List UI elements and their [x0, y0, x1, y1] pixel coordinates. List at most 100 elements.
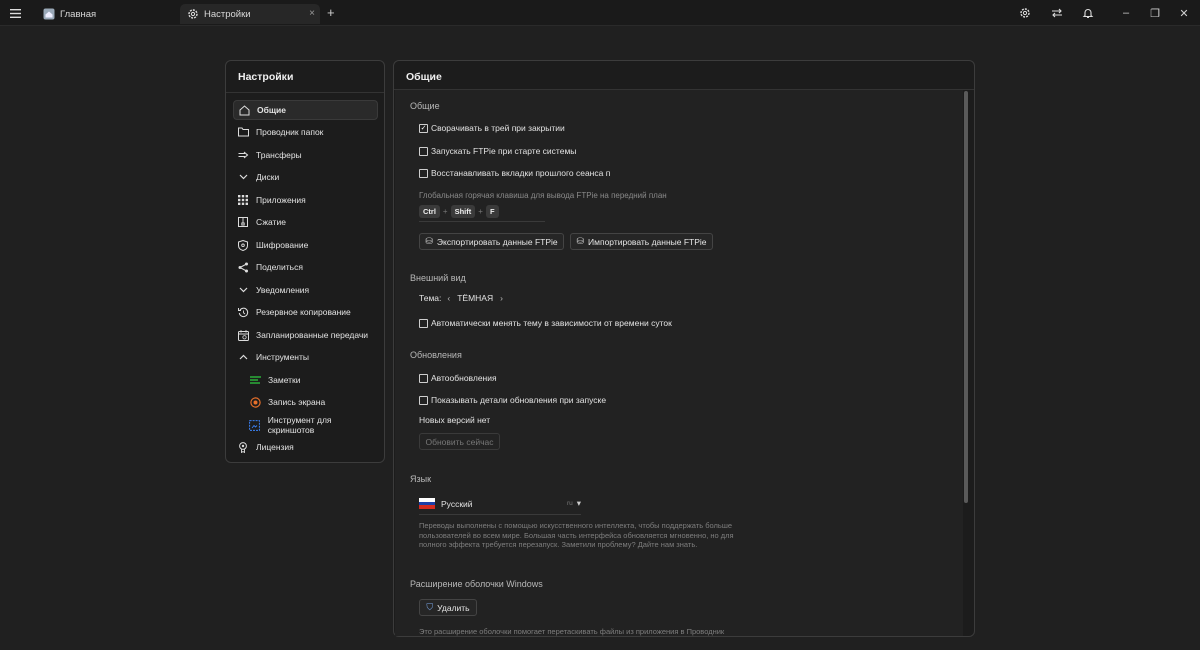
sidebar-item-label: Диски [256, 172, 280, 182]
page-title: Общие [406, 71, 442, 83]
new-tab-button[interactable]: + [327, 6, 335, 20]
sidebar-item-general[interactable]: Общие [233, 100, 378, 120]
key-shift: Shift [450, 205, 476, 218]
sidebar-title: Настройки [238, 71, 294, 83]
update-now-button[interactable]: Обновить сейчас [419, 433, 500, 450]
settings-gear-icon[interactable] [1018, 6, 1032, 20]
gear-icon [186, 8, 199, 21]
sidebar-item-share[interactable]: Поделиться [233, 257, 378, 277]
minimize-tray-label: Сворачивать в трей при закрытии [431, 123, 565, 133]
sidebar-item-license[interactable]: Лицензия [233, 437, 378, 457]
auto-updates-option[interactable]: Автообновления [419, 373, 497, 383]
key-ctrl: Ctrl [419, 205, 440, 218]
russia-flag-icon [419, 498, 435, 510]
theme-selector: Тема: ‹ ТЁМНАЯ › [419, 293, 503, 303]
section-heading-appearance: Внешний вид [410, 273, 466, 283]
vertical-scrollbar[interactable] [964, 91, 968, 503]
tab-settings[interactable]: Настройки × [180, 4, 320, 24]
shell-extension-note: Это расширение оболочки помогает перетас… [419, 627, 725, 636]
restore-tabs-label: Восстанавливать вкладки прошлого сеанса … [431, 168, 611, 178]
close-tab-icon[interactable]: × [309, 8, 315, 20]
sidebar-item-encryption[interactable]: Шифрование [233, 235, 378, 255]
sidebar-item-apps[interactable]: Приложения [233, 190, 378, 210]
divider [226, 92, 384, 93]
sidebar-item-label: Трансферы [256, 150, 302, 160]
hotkey-field[interactable]: Ctrl + Shift + F [419, 205, 499, 218]
minimize-tray-checkbox[interactable]: ✓ [419, 123, 428, 133]
chevron-down-icon [237, 284, 249, 296]
chevron-down-icon: ▾ [576, 498, 581, 508]
auto-updates-label: Автообновления [431, 373, 497, 383]
folder-icon [237, 126, 249, 138]
title-bar: Главная Настройки × + – ❐ ✕ [0, 0, 1200, 26]
sidebar-item-label: Поделиться [256, 262, 303, 272]
section-heading-shell-extension: Расширение оболочки Windows [410, 579, 543, 589]
launch-startup-checkbox[interactable] [419, 146, 428, 156]
sidebar-item-transfers[interactable]: Трансферы [233, 145, 378, 165]
share-icon [237, 261, 249, 273]
language-select[interactable]: Русский ru ▾ [419, 498, 581, 510]
backup-icon [237, 306, 249, 318]
shield-icon: ⛉ [426, 602, 434, 612]
close-window-button[interactable]: ✕ [1177, 6, 1191, 20]
export-icon: ⛁ [425, 236, 433, 246]
tab-home-label: Главная [60, 8, 97, 20]
theme-label: Тема: [419, 293, 442, 303]
license-icon [237, 441, 249, 453]
auto-updates-checkbox[interactable] [419, 373, 428, 383]
language-note: Переводы выполнены с помощью искусственн… [419, 521, 734, 549]
launch-startup-label: Запускать FTPie при старте системы [431, 146, 577, 156]
show-details-option[interactable]: Показывать детали обновления при запуске [419, 395, 606, 405]
remove-extension-button[interactable]: ⛉ Удалить [419, 599, 477, 616]
chevron-up-icon [237, 351, 249, 363]
screenshot-icon [249, 419, 261, 431]
hotkey-label: Глобальная горячая клавиша для вывода FT… [419, 191, 667, 200]
auto-theme-option[interactable]: Автоматически менять тему в зависимости … [419, 318, 672, 328]
sidebar-item-screenshot-tool[interactable]: Инструмент для скриншотов [233, 415, 378, 435]
shield-icon [237, 239, 249, 251]
transfers-icon[interactable] [1050, 6, 1064, 20]
show-details-checkbox[interactable] [419, 395, 428, 405]
bell-icon[interactable] [1081, 6, 1095, 20]
sidebar-item-label: Уведомления [256, 285, 310, 295]
sidebar-item-tools[interactable]: Инструменты [233, 347, 378, 367]
import-data-button[interactable]: ⛁ Импортировать данные FTPie [570, 233, 713, 250]
sidebar-item-label: Инструменты [256, 352, 310, 362]
sidebar-item-screen-record[interactable]: Запись экрана [233, 392, 378, 412]
record-icon [249, 396, 261, 408]
import-button-label: Импортировать данные FTPie [588, 236, 707, 247]
theme-value: ТЁМНАЯ [457, 293, 494, 303]
update-now-label: Обновить сейчас [425, 436, 494, 447]
notes-icon [249, 374, 261, 386]
sidebar-item-notifications[interactable]: Уведомления [233, 280, 378, 300]
tab-home[interactable]: Главная [36, 4, 176, 24]
theme-next-button[interactable]: › [500, 293, 503, 303]
launch-startup-option[interactable]: Запускать FTPie при старте системы [419, 146, 576, 156]
hamburger-menu-button[interactable] [6, 5, 24, 21]
minimize-button[interactable]: – [1119, 6, 1133, 20]
home-icon [238, 104, 250, 116]
settings-main-panel: Общие Общие ✓ Сворачивать в трей при зак… [393, 60, 975, 637]
sidebar-item-notes[interactable]: Заметки [233, 370, 378, 390]
settings-sidebar: Настройки Общие Проводник папок Трансфер… [225, 60, 385, 463]
sidebar-item-drives[interactable]: Диски [233, 167, 378, 187]
sidebar-item-label: Заметки [268, 375, 301, 385]
restore-button[interactable]: ❐ [1148, 6, 1162, 20]
sidebar-item-scheduled-transfers[interactable]: Запланированные передачи [233, 325, 378, 345]
section-heading-language: Язык [410, 474, 432, 484]
export-data-button[interactable]: ⛁ Экспортировать данные FTPie [419, 233, 564, 250]
section-heading-updates: Обновления [410, 350, 462, 360]
restore-tabs-option[interactable]: Восстанавливать вкладки прошлого сеанса … [419, 168, 610, 178]
sidebar-item-backup[interactable]: Резервное копирование [233, 302, 378, 322]
theme-prev-button[interactable]: ‹ [447, 293, 450, 303]
remove-button-label: Удалить [437, 602, 470, 613]
sidebar-item-folders[interactable]: Проводник папок [233, 122, 378, 142]
sidebar-item-compression[interactable]: Сжатие [233, 212, 378, 232]
minimize-tray-option[interactable]: ✓ Сворачивать в трей при закрытии [419, 123, 565, 133]
key-plus: + [442, 207, 448, 216]
restore-tabs-checkbox[interactable] [419, 168, 428, 178]
home-tab-icon [42, 8, 55, 21]
settings-content: Общие ✓ Сворачивать в трей при закрытии … [395, 90, 963, 636]
sidebar-item-label: Общие [257, 105, 286, 115]
auto-theme-checkbox[interactable] [419, 318, 428, 328]
